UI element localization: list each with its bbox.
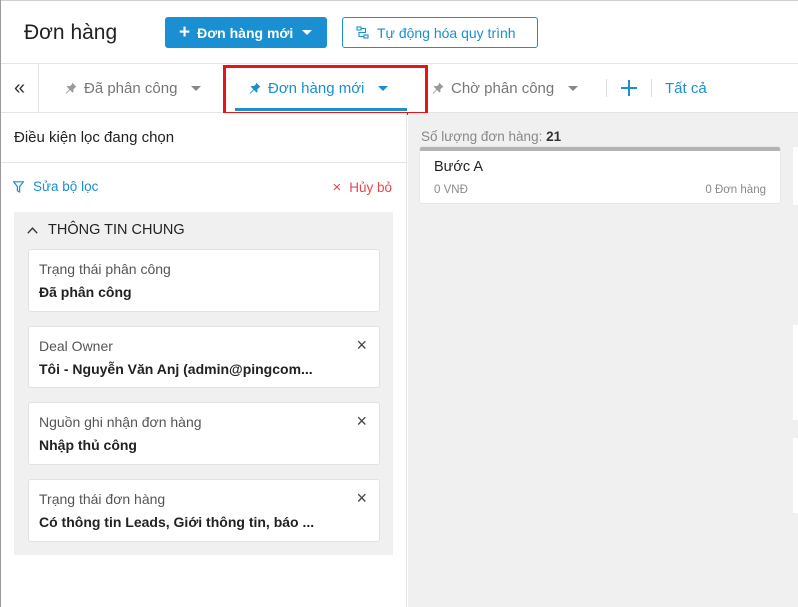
condition-label: Nguồn ghi nhận đơn hàng [39,414,202,430]
tab-pending-label: Chờ phân công [451,79,555,97]
tab-divider [651,79,652,97]
order-count-label: Số lượng đơn hàng: [421,129,543,144]
page-header: Đơn hàng + Đơn hàng mới Tự động hóa quy … [1,1,798,63]
edit-filter-label: Sửa bộ lọc [33,179,99,194]
filter-panel: Điều kiện lọc đang chọn Sửa bộ lọc × Hủy… [1,113,407,607]
active-tab-indicator [235,108,407,111]
tab-divider [606,79,607,97]
filter-group-toggle[interactable]: THÔNG TIN CHUNG [27,222,185,238]
stage-name: Bước A [434,159,484,175]
chevron-up-icon [27,226,38,234]
remove-condition-icon[interactable]: × [356,489,367,507]
caret-down-icon [302,30,313,35]
automation-label: Tự động hóa quy trình [377,24,516,41]
condition-label: Trạng thái đơn hàng [39,491,166,507]
plus-icon: + [179,22,191,43]
filter-condition-card[interactable]: Nguồn ghi nhận đơn hàng Nhập thủ công × [28,402,380,465]
filter-condition-card[interactable]: Trạng thái đơn hàng Có thông tin Leads, … [28,479,380,542]
add-view-button[interactable] [618,76,640,100]
filter-condition-card[interactable]: Deal Owner Tôi - Nguyễn Văn Anj (admin@p… [28,326,380,388]
cancel-filter-label: Hủy bỏ [349,180,392,195]
close-icon: × [332,179,342,196]
caret-down-icon[interactable] [378,85,389,91]
workflow-icon [356,26,369,39]
tab-assigned[interactable]: Đã phân công [65,64,202,112]
filter-group-title: THÔNG TIN CHUNG [48,222,185,238]
remove-condition-icon[interactable]: × [356,412,367,430]
pipeline-stage-header[interactable]: Bước A 0 VNĐ 0 Đơn hàng [420,147,780,203]
remove-condition-icon[interactable]: × [356,336,367,354]
window-left-border [0,0,1,607]
filter-icon [13,180,24,193]
new-order-button[interactable]: + Đơn hàng mới [165,17,327,48]
pin-icon [65,82,77,94]
tab-new-orders-label: Đơn hàng mới [268,79,365,97]
pin-icon [249,82,261,94]
order-count: Số lượng đơn hàng: 21 [421,129,561,144]
page-title: Đơn hàng [24,21,118,44]
view-tabs-bar: « Đã phân công Đơn hàng mới Chờ phân côn… [1,63,798,115]
condition-label: Trạng thái phân công [39,261,171,277]
order-count-value: 21 [546,129,562,144]
next-column-edge [793,325,798,420]
collapse-panel-button[interactable]: « [1,64,39,112]
plus-icon [621,80,637,96]
caret-down-icon[interactable] [568,85,579,91]
condition-label: Deal Owner [39,338,113,354]
stage-amount: 0 VNĐ [434,184,468,196]
double-chevron-left-icon: « [13,76,26,99]
next-column-edge [793,147,798,205]
filter-condition-card[interactable]: Trạng thái phân công Đã phân công [28,249,380,312]
caret-down-icon[interactable] [191,85,202,91]
condition-value: Đã phân công [39,284,132,300]
next-column-edge [793,438,798,513]
filter-group-general: THÔNG TIN CHUNG Trạng thái phân công Đã … [14,212,393,555]
filter-panel-title: Điều kiện lọc đang chọn [1,113,406,163]
pin-icon [432,82,444,94]
condition-value: Có thông tin Leads, Giới thông tin, báo … [39,514,315,530]
condition-value: Nhập thủ công [39,437,137,453]
stage-order-count: 0 Đơn hàng [705,184,766,196]
tab-assigned-label: Đã phân công [84,79,178,97]
kanban-board: Số lượng đơn hàng: 21 Bước A 0 VNĐ 0 Đơn… [408,113,798,607]
tab-new-orders[interactable]: Đơn hàng mới [249,64,389,112]
new-order-label: Đơn hàng mới [197,24,294,41]
edit-filter-button[interactable]: Sửa bộ lọc [13,179,98,194]
filter-actions: Sửa bộ lọc × Hủy bỏ [1,163,406,211]
condition-value: Tôi - Nguyễn Văn Anj (admin@pingcom... [39,361,313,377]
cancel-filter-button[interactable]: × Hủy bỏ [332,179,392,196]
tab-all[interactable]: Tất cả [665,64,707,112]
tab-pending-assignment[interactable]: Chờ phân công [432,64,579,112]
automation-button[interactable]: Tự động hóa quy trình [342,17,538,48]
